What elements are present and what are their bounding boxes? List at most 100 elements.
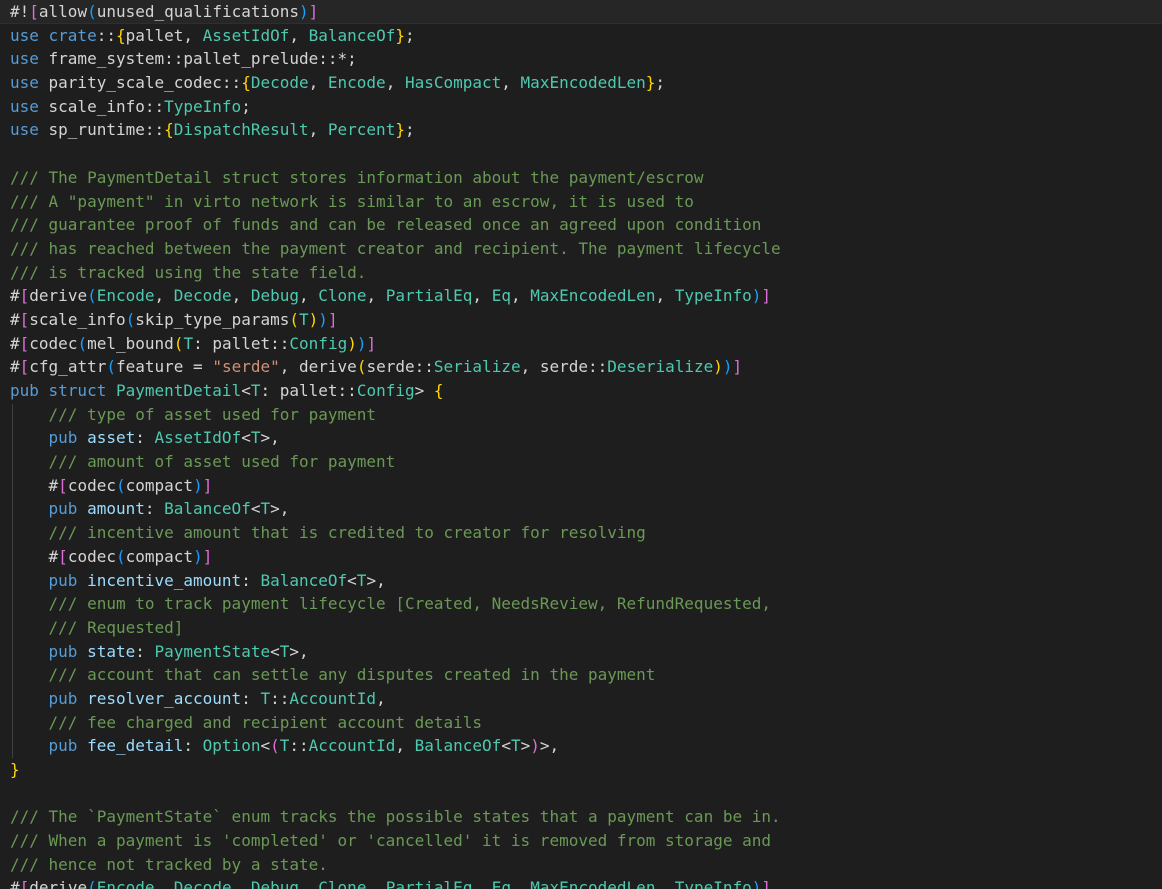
code-token: ,	[308, 73, 328, 93]
code-token: AssetIdOf	[154, 428, 242, 448]
code-token: ]	[308, 2, 319, 21]
code-line[interactable]: pub struct PaymentDetail<T: pallet::Conf…	[10, 379, 1162, 403]
code-line[interactable]: /// enum to track payment lifecycle [Cre…	[10, 592, 1162, 616]
code-token: /// enum to track payment lifecycle [Cre…	[48, 594, 771, 614]
code-token: T	[279, 736, 290, 756]
code-line[interactable]: #[codec(mel_bound(T: pallet::Config))]	[10, 332, 1162, 356]
code-line[interactable]: pub state: PaymentState<T>,	[10, 640, 1162, 664]
code-line[interactable]: /// fee charged and recipient account de…	[10, 711, 1162, 735]
code-line[interactable]: #[codec(compact)]	[10, 545, 1162, 569]
code-token: TypeInfo	[674, 286, 752, 306]
code-token: serde::	[366, 357, 434, 377]
code-line[interactable]: }	[10, 758, 1162, 782]
code-token: )	[530, 736, 540, 756]
code-line[interactable]: use frame_system::pallet_prelude::*;	[10, 47, 1162, 71]
code-line[interactable]: #[cfg_attr(feature = "serde", derive(ser…	[10, 355, 1162, 379]
code-token: pub	[48, 688, 88, 708]
code-token: (	[125, 309, 136, 329]
code-editor[interactable]: #![allow(unused_qualifications)] use crat…	[0, 0, 1162, 889]
code-area[interactable]: #![allow(unused_qualifications)] use crat…	[10, 0, 1162, 889]
code-line[interactable]: /// hence not tracked by a state.	[10, 853, 1162, 877]
code-token: ,	[299, 286, 319, 306]
code-token: Debug	[250, 286, 300, 306]
code-token: BalanceOf	[164, 499, 251, 519]
code-token: ]	[761, 286, 772, 306]
code-line[interactable]	[10, 782, 1162, 806]
code-token: ,	[289, 25, 309, 45]
code-line[interactable]: /// When a payment is 'completed' or 'ca…	[10, 829, 1162, 853]
code-line[interactable]: pub resolver_account: T::AccountId,	[10, 687, 1162, 711]
code-line[interactable]: use crate::{pallet, AssetIdOf, BalanceOf…	[10, 24, 1162, 48]
code-token: Eq	[491, 286, 511, 306]
code-line[interactable]: /// The PaymentDetail struct stores info…	[10, 166, 1162, 190]
code-token: ,	[231, 286, 251, 306]
code-line[interactable]: #![allow(unused_qualifications)]	[10, 0, 1162, 24]
code-line[interactable]: /// Requested]	[10, 616, 1162, 640]
code-token: <	[270, 641, 280, 661]
code-token: Encode	[96, 878, 155, 889]
code-line[interactable]: /// account that can settle any disputes…	[10, 663, 1162, 687]
code-token: )	[722, 357, 733, 377]
code-token: ,	[231, 878, 251, 889]
code-line[interactable]: use scale_info::TypeInfo;	[10, 95, 1162, 119]
code-token: "serde"	[212, 357, 280, 377]
code-line[interactable]: /// guarantee proof of funds and can be …	[10, 213, 1162, 237]
code-token: ,	[501, 73, 521, 93]
code-line[interactable]: /// type of asset used for payment	[10, 403, 1162, 427]
code-line[interactable]: use sp_runtime::{DispatchResult, Percent…	[10, 118, 1162, 142]
code-token: ,	[655, 878, 675, 889]
code-token: >	[414, 381, 434, 400]
code-line[interactable]: /// A "payment" in virto network is simi…	[10, 190, 1162, 214]
code-token: T	[299, 309, 309, 329]
code-token: Serialize	[433, 357, 521, 377]
code-line[interactable]: /// The `PaymentState` enum tracks the p…	[10, 805, 1162, 829]
code-token: pub	[48, 570, 88, 590]
code-line[interactable]: #[derive(Encode, Decode, Debug, Clone, P…	[10, 284, 1162, 308]
code-token: AccountId	[289, 688, 377, 708]
code-token: DispatchResult	[173, 120, 309, 140]
code-token: use	[10, 96, 49, 116]
code-token: }	[10, 760, 20, 779]
code-token: /// is tracked using the state field.	[10, 262, 367, 282]
code-token: ,	[472, 878, 492, 889]
code-line[interactable]: use parity_scale_codec::{Decode, Encode,…	[10, 71, 1162, 95]
code-token: (	[270, 736, 280, 756]
code-token: ]	[732, 357, 743, 377]
code-line[interactable]: #[scale_info(skip_type_params(T))]	[10, 308, 1162, 332]
code-token: (	[356, 357, 367, 377]
code-token: ,	[366, 286, 386, 306]
code-token: ::	[289, 736, 309, 756]
code-token: #	[10, 357, 20, 377]
code-line[interactable]: /// has reached between the payment crea…	[10, 237, 1162, 261]
code-line[interactable]: pub incentive_amount: BalanceOf<T>,	[10, 569, 1162, 593]
code-token: Percent	[327, 120, 396, 140]
code-line[interactable]: pub fee_detail: Option<(T::AccountId, Ba…	[10, 734, 1162, 758]
code-token: PaymentDetail	[115, 381, 242, 400]
code-token: use	[10, 25, 49, 45]
code-token: <	[347, 570, 357, 590]
code-token: /// account that can settle any disputes…	[48, 665, 656, 685]
code-token: (	[173, 333, 184, 353]
code-line[interactable]: /// is tracked using the state field.	[10, 261, 1162, 285]
code-line[interactable]: pub amount: BalanceOf<T>,	[10, 497, 1162, 521]
code-line[interactable]: #[codec(compact)]	[10, 474, 1162, 498]
code-line[interactable]: /// amount of asset used for payment	[10, 450, 1162, 474]
code-line[interactable]: /// incentive amount that is credited to…	[10, 521, 1162, 545]
code-line[interactable]	[10, 142, 1162, 166]
code-token: Eq	[491, 878, 511, 889]
code-token: (	[77, 333, 88, 353]
code-token: ,	[299, 878, 319, 889]
code-token: Clone	[318, 878, 367, 889]
code-token: >,	[366, 570, 386, 590]
code-token: ;	[655, 73, 666, 93]
code-token: >,	[539, 736, 560, 756]
code-line[interactable]: pub asset: AssetIdOf<T>,	[10, 426, 1162, 450]
code-token: : pallet::	[193, 333, 290, 353]
code-token: #	[10, 333, 20, 353]
code-token: Encode	[327, 73, 386, 93]
code-line[interactable]: #[derive(Encode, Decode, Debug, Clone, P…	[10, 876, 1162, 889]
code-token: ::	[270, 688, 290, 708]
